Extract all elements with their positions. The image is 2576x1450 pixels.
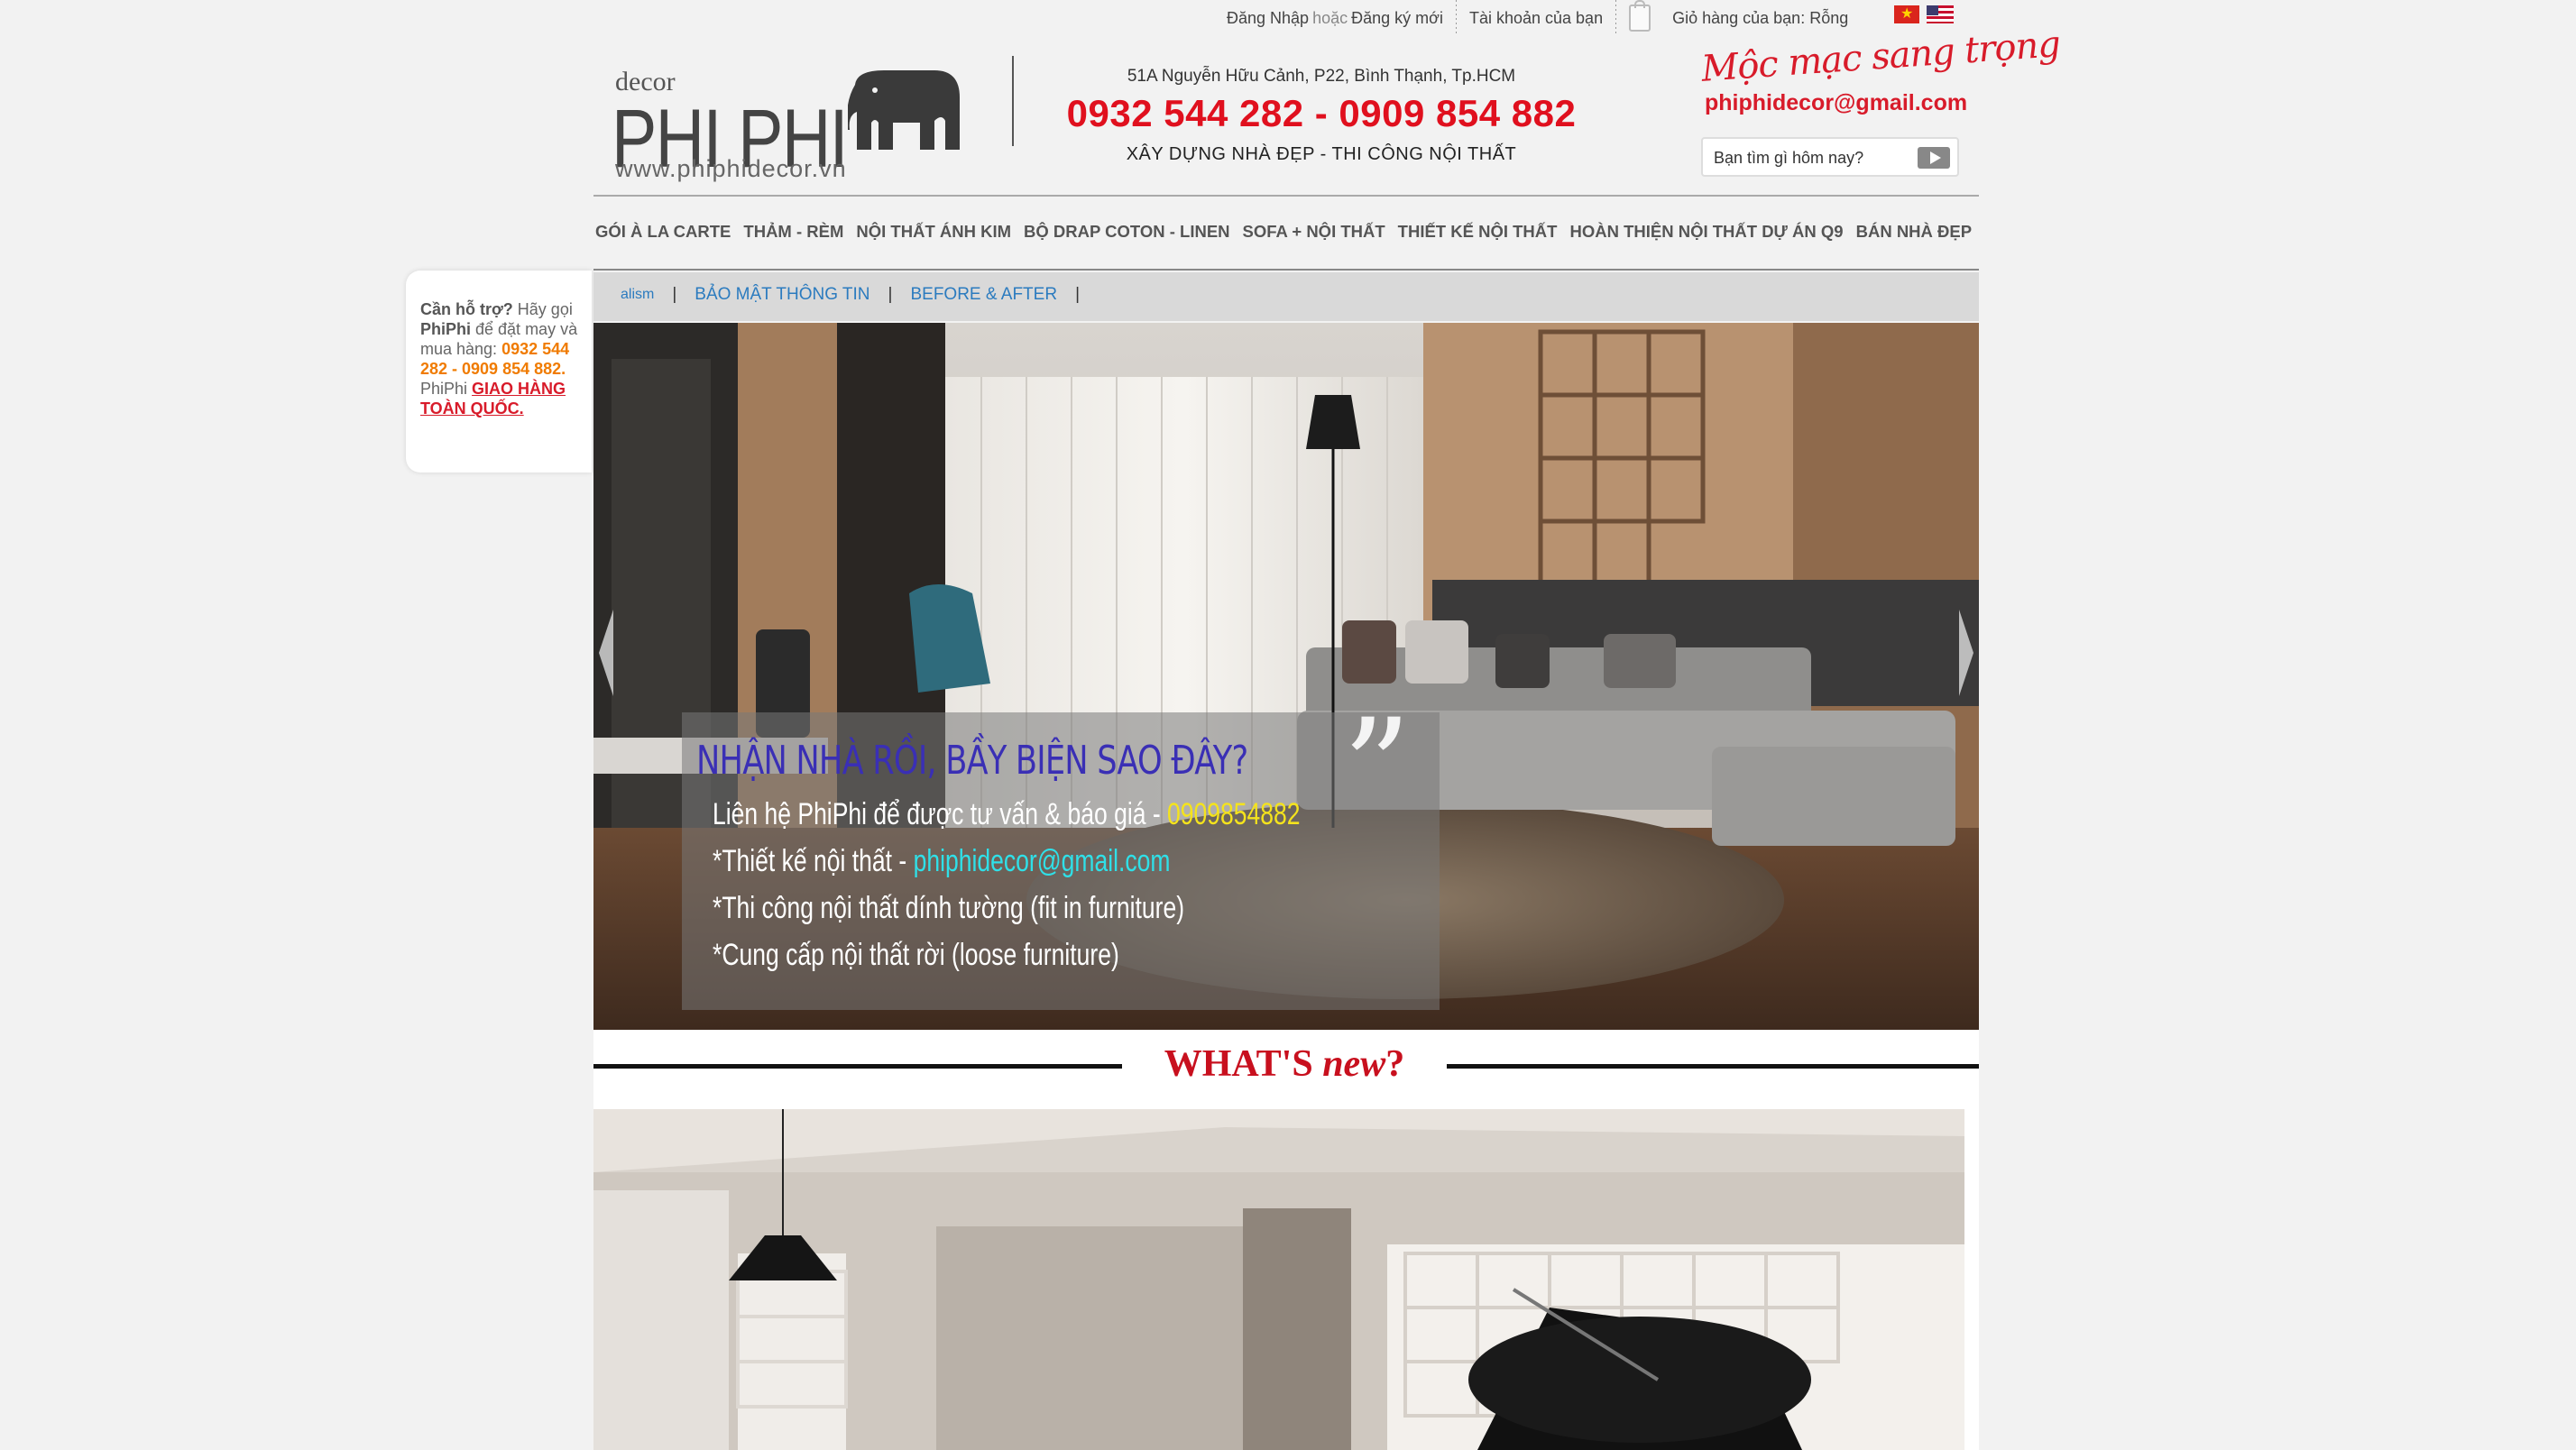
- nav-item-a-la-carte[interactable]: GÓI À LA CARTE: [595, 222, 731, 242]
- interior-photo: [593, 1109, 1964, 1450]
- search-input[interactable]: [1712, 146, 1914, 170]
- nav-item-ban-nha[interactable]: BÁN NHÀ ĐẸP: [1856, 222, 1972, 242]
- nav-bottom-border: [593, 269, 1979, 271]
- whats-new-heading-part: WHAT'S: [1164, 1043, 1323, 1085]
- support-text-part: Hãy gọi: [512, 300, 573, 318]
- sub-nav-item-partial[interactable]: alism: [621, 287, 654, 303]
- sub-nav-separator: |: [888, 285, 893, 304]
- account-link[interactable]: Tài khoản của bạn: [1469, 9, 1603, 28]
- main-nav: GÓI À LA CARTE THẢM - RÈM NỘI THẤT ÁNH K…: [595, 222, 1972, 242]
- hero-line-4: *Cung cấp nội thất rời (loose furniture): [713, 938, 1119, 972]
- sub-nav-items: alism | BẢO MẬT THÔNG TIN | BEFORE & AFT…: [621, 285, 1098, 305]
- register-link[interactable]: Đăng ký mới: [1351, 9, 1443, 28]
- site-logo[interactable]: decor PHI PHI www.phiphidecor.vn: [612, 61, 990, 197]
- search-play-icon[interactable]: [1918, 147, 1950, 169]
- slider-left-arrow-icon[interactable]: [599, 610, 613, 696]
- sub-nav-separator: |: [1075, 285, 1080, 304]
- support-brand: PhiPhi: [420, 320, 472, 338]
- whats-new-heading-italic: new: [1322, 1043, 1386, 1085]
- or-text: hoặc: [1312, 8, 1348, 27]
- address-text: 51A Nguyễn Hữu Cảnh, P22, Bình Thạnh, Tp…: [1127, 67, 1516, 86]
- nav-item-sofa[interactable]: SOFA + NỘI THẤT: [1243, 222, 1385, 242]
- slogan-text: XÂY DỰNG NHÀ ĐẸP - THI CÔNG NỘI THẤT: [1126, 144, 1517, 164]
- support-box: Cần hỗ trợ? Hãy gọi PhiPhi để đặt may và…: [406, 271, 592, 473]
- nav-top-border: [593, 195, 1979, 197]
- sub-nav: alism | BẢO MẬT THÔNG TIN | BEFORE & AFT…: [593, 272, 1979, 321]
- hero-line-1-text: Liên hệ PhiPhi để được tư vấn & báo giá …: [713, 797, 1168, 831]
- sub-nav-item-before-after[interactable]: BEFORE & AFTER: [910, 285, 1057, 305]
- flag-us-icon[interactable]: [1927, 5, 1954, 23]
- quote-mark-icon: ”: [1342, 691, 1412, 848]
- top-bar: Đăng Nhập hoặc Đăng ký mới Tài khoản của…: [1227, 0, 1848, 36]
- hero-line-3: *Thi công nội thất dính tường (fit in fu…: [713, 891, 1185, 925]
- divider: [1455, 0, 1457, 36]
- login-link[interactable]: Đăng Nhập: [1227, 9, 1309, 28]
- support-question: Cần hỗ trợ?: [420, 300, 513, 318]
- support-text-part: PhiPhi: [420, 380, 473, 398]
- header-email-link[interactable]: phiphidecor@gmail.com: [1705, 90, 1967, 116]
- whats-new-heading: WHAT'S new?: [1122, 1042, 1447, 1086]
- header-contact: 51A Nguyễn Hữu Cảnh, P22, Bình Thạnh, Tp…: [1019, 67, 1624, 165]
- logo-url-text: www.phiphidecor.vn: [615, 155, 847, 182]
- hero-line-1: Liên hệ PhiPhi để được tư vấn & báo giá …: [713, 797, 1301, 832]
- hero-email: phiphidecor@gmail.com: [913, 844, 1171, 878]
- cart-bag-icon[interactable]: [1629, 0, 1651, 32]
- elephant-logo-icon: [848, 70, 960, 150]
- whats-new-heading-part: ?: [1385, 1043, 1405, 1085]
- hotline-text: 0932 544 282 - 0909 854 882: [1066, 92, 1577, 134]
- header-divider: [1012, 56, 1014, 146]
- hero-line-2: *Thiết kế nội thất - phiphidecor@gmail.c…: [713, 844, 1170, 879]
- search-box: [1701, 137, 1959, 177]
- hero-phone: 0909854882: [1167, 797, 1301, 831]
- whats-new-rule-right: [1447, 1064, 1979, 1069]
- nav-item-tham-rem[interactable]: THẢM - RÈM: [743, 222, 843, 242]
- support-text: Cần hỗ trợ? Hãy gọi PhiPhi để đặt may và…: [420, 299, 588, 418]
- slider-right-arrow-icon[interactable]: [1959, 610, 1973, 696]
- nav-item-bo-drap[interactable]: BỘ DRAP COTON - LINEN: [1024, 222, 1230, 242]
- nav-item-noi-that-anh-kim[interactable]: NỘI THẤT ÁNH KIM: [856, 222, 1011, 242]
- flag-vn-icon[interactable]: [1894, 5, 1919, 23]
- hero-title: NHẬN NHÀ RỒI, BẦY BIỆN SAO ĐÂY?: [696, 738, 1248, 784]
- nav-item-thiet-ke[interactable]: THIẾT KẾ NỘI THẤT: [1398, 222, 1558, 242]
- whats-new-rule-left: [593, 1064, 1122, 1069]
- sub-nav-item-privacy[interactable]: BẢO MẬT THÔNG TIN: [695, 285, 869, 305]
- divider: [1615, 0, 1617, 36]
- nav-item-hoan-thien-q9[interactable]: HOÀN THIỆN NỘI THẤT DỰ ÁN Q9: [1569, 222, 1843, 242]
- cart-link[interactable]: Giỏ hàng của bạn: Rỗng: [1672, 9, 1848, 28]
- hero-line-2-text: *Thiết kế nội thất -: [713, 844, 914, 878]
- hero-slider[interactable]: NHẬN NHÀ RỒI, BẦY BIỆN SAO ĐÂY? ” Liên h…: [593, 323, 1979, 1030]
- sub-nav-separator: |: [672, 285, 677, 304]
- featured-project-image[interactable]: [593, 1109, 1964, 1450]
- language-flags: [1894, 5, 1954, 23]
